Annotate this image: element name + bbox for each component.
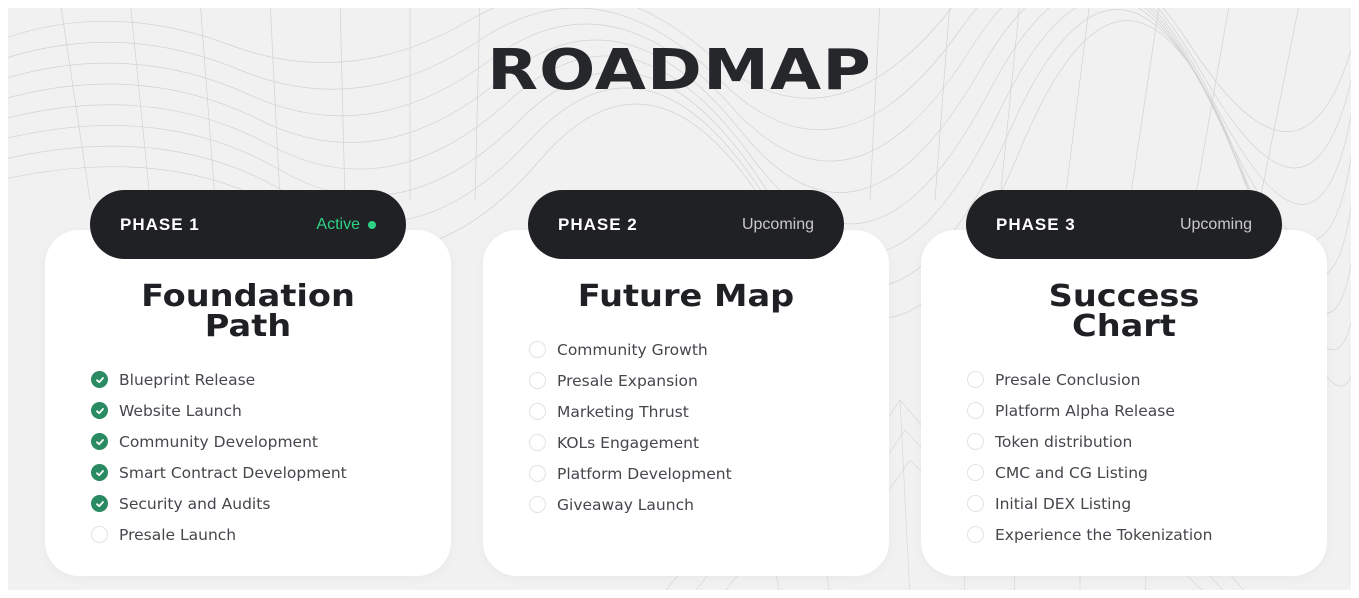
phase-title: Foundation Path — [21, 282, 476, 342]
empty-circle-icon — [529, 496, 546, 513]
milestone-item: Platform Development — [529, 458, 732, 489]
check-circle-icon — [91, 402, 108, 419]
active-dot-icon — [368, 220, 376, 229]
phase-label: PHASE 2 — [558, 214, 638, 234]
milestone-label: Presale Expansion — [557, 371, 698, 390]
milestone-label: Experience the Tokenization — [995, 525, 1213, 544]
empty-circle-icon — [967, 433, 984, 450]
empty-circle-icon — [91, 526, 108, 543]
empty-circle-icon — [967, 402, 984, 419]
milestone-label: Website Launch — [119, 401, 242, 420]
check-circle-icon — [91, 433, 108, 450]
milestone-item: Blueprint Release — [91, 364, 347, 395]
milestone-item: Marketing Thrust — [529, 396, 732, 427]
check-circle-icon — [91, 495, 108, 512]
roadmap-section: ROADMAP PHASE 1 Active Foundation Path B… — [0, 0, 1359, 598]
milestone-item: KOLs Engagement — [529, 427, 732, 458]
milestone-label: Blueprint Release — [119, 370, 256, 389]
empty-circle-icon — [967, 526, 984, 543]
phase-card-2: PHASE 2 Upcoming Future Map Community Gr… — [483, 190, 889, 578]
phase-pill-3: PHASE 3 Upcoming — [966, 190, 1282, 259]
milestone-list: Blueprint Release Website Launch Community… — [91, 364, 347, 550]
milestone-item: Initial DEX Listing — [967, 488, 1212, 519]
phase-status-text: Upcoming — [1179, 215, 1252, 233]
milestone-label: Token distribution — [995, 432, 1133, 451]
milestone-label: Platform Development — [557, 464, 732, 483]
phase-pill-2: PHASE 2 Upcoming — [528, 190, 844, 259]
milestone-label: Community Growth — [557, 340, 708, 359]
milestone-list: Community Growth Presale Expansion Marketi… — [529, 334, 732, 520]
empty-circle-icon — [967, 464, 984, 481]
phase-card-1: PHASE 1 Active Foundation Path Blueprint… — [45, 190, 451, 578]
milestone-item: Platform Alpha Release — [967, 395, 1212, 426]
milestone-item: Website Launch — [91, 395, 347, 426]
empty-circle-icon — [529, 465, 546, 482]
milestone-item: Community Growth — [529, 334, 732, 365]
milestone-item: CMC and CG Listing — [967, 457, 1212, 488]
milestone-item: Smart Contract Development — [91, 457, 347, 488]
milestone-label: KOLs Engagement — [557, 433, 700, 452]
phase-status: Upcoming — [1180, 216, 1252, 234]
milestone-list: Presale Conclusion Platform Alpha Release… — [967, 364, 1212, 550]
milestone-label: Presale Launch — [119, 525, 237, 544]
phase-title-line1: Future Map — [577, 279, 795, 314]
milestone-item: Token distribution — [967, 426, 1212, 457]
page-title: ROADMAP — [487, 38, 872, 103]
phase-status-text: Upcoming — [741, 215, 814, 233]
phase-status: Upcoming — [742, 216, 814, 234]
milestone-item: Experience the Tokenization — [967, 519, 1212, 550]
milestone-label: CMC and CG Listing — [995, 463, 1148, 482]
phase-label: PHASE 1 — [120, 214, 200, 234]
milestone-label: Giveaway Launch — [557, 495, 694, 514]
empty-circle-icon — [529, 341, 546, 358]
phase-status-text: Active — [316, 215, 360, 233]
phase-status: Active — [316, 216, 376, 234]
empty-circle-icon — [967, 495, 984, 512]
empty-circle-icon — [967, 371, 984, 388]
milestone-item: Presale Launch — [91, 519, 347, 550]
empty-circle-icon — [529, 434, 546, 451]
phase-title-line2: Path — [204, 309, 292, 344]
milestone-label: Platform Alpha Release — [995, 401, 1175, 420]
milestone-label: Smart Contract Development — [119, 463, 347, 482]
empty-circle-icon — [529, 403, 546, 420]
check-circle-icon — [91, 371, 108, 388]
milestone-label: Presale Conclusion — [995, 370, 1141, 389]
empty-circle-icon — [529, 372, 546, 389]
phase-pill-1: PHASE 1 Active — [90, 190, 406, 259]
phase-title: Future Map — [459, 282, 914, 312]
phase-title-line1: Foundation — [141, 279, 355, 314]
milestone-item: Presale Conclusion — [967, 364, 1212, 395]
phase-title-line2: Chart — [1072, 309, 1176, 344]
phase-card-3: PHASE 3 Upcoming Success Chart Presale C… — [921, 190, 1327, 578]
milestone-label: Initial DEX Listing — [995, 494, 1132, 513]
milestone-label: Community Development — [119, 432, 318, 451]
milestone-item: Giveaway Launch — [529, 489, 732, 520]
milestone-item: Community Development — [91, 426, 347, 457]
phase-title-line1: Success — [1048, 279, 1200, 314]
milestone-item: Security and Audits — [91, 488, 347, 519]
milestone-label: Security and Audits — [119, 494, 271, 513]
check-circle-icon — [91, 464, 108, 481]
phase-title: Success Chart — [897, 282, 1352, 342]
milestone-item: Presale Expansion — [529, 365, 732, 396]
milestone-label: Marketing Thrust — [557, 402, 689, 421]
phase-label: PHASE 3 — [996, 214, 1076, 234]
